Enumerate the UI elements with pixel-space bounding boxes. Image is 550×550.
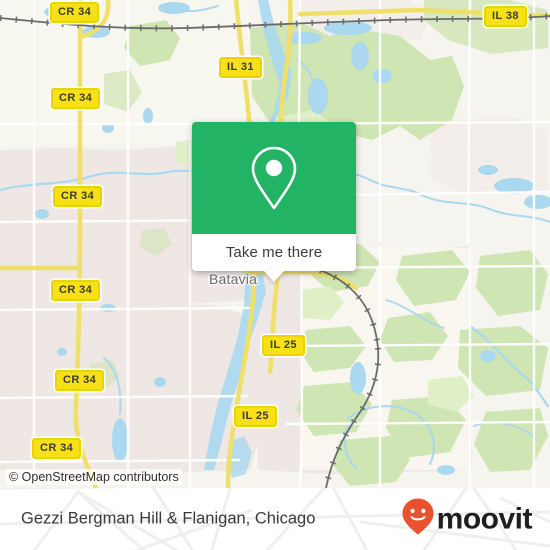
road-shield: CR 34 [55, 370, 105, 391]
road-shield: CR 34 [53, 186, 103, 207]
place-label-batavia: Batavia [209, 271, 258, 287]
take-me-there-label: Take me there [225, 244, 323, 261]
map-attribution[interactable]: © OpenStreetMap contributors [6, 469, 182, 485]
map-pin-icon [248, 145, 300, 211]
moovit-logo[interactable]: moovit [401, 498, 533, 541]
location-popup-card[interactable]: Take me there [192, 122, 356, 282]
popup-pointer-tail [263, 270, 285, 282]
road-shield: CR 34 [51, 88, 101, 109]
road-shield: IL 25 [234, 406, 277, 427]
road-shield: CR 34 [32, 438, 82, 459]
road-shield: CR 34 [51, 280, 101, 301]
road-shield: IL 25 [262, 335, 305, 356]
screenshot-root: CR 34 IL 31 CR 34 IL 38 CR 34 CR 34 IL 2… [0, 0, 550, 550]
popup-header [192, 122, 356, 234]
moovit-wordmark: moovit [436, 502, 533, 535]
footer-bar: Gezzi Bergman Hill & Flanigan, Chicago m… [0, 488, 550, 550]
road-shield: CR 34 [50, 2, 100, 23]
popup-action-bar[interactable]: Take me there [192, 234, 356, 282]
stop-title: Gezzi Bergman Hill & Flanigan, Chicago [21, 509, 316, 528]
map-canvas[interactable]: CR 34 IL 31 CR 34 IL 38 CR 34 CR 34 IL 2… [0, 0, 550, 488]
road-shield: IL 38 [484, 6, 527, 27]
road-shield: IL 31 [219, 57, 262, 78]
moovit-smiley-pin-icon [401, 498, 435, 541]
